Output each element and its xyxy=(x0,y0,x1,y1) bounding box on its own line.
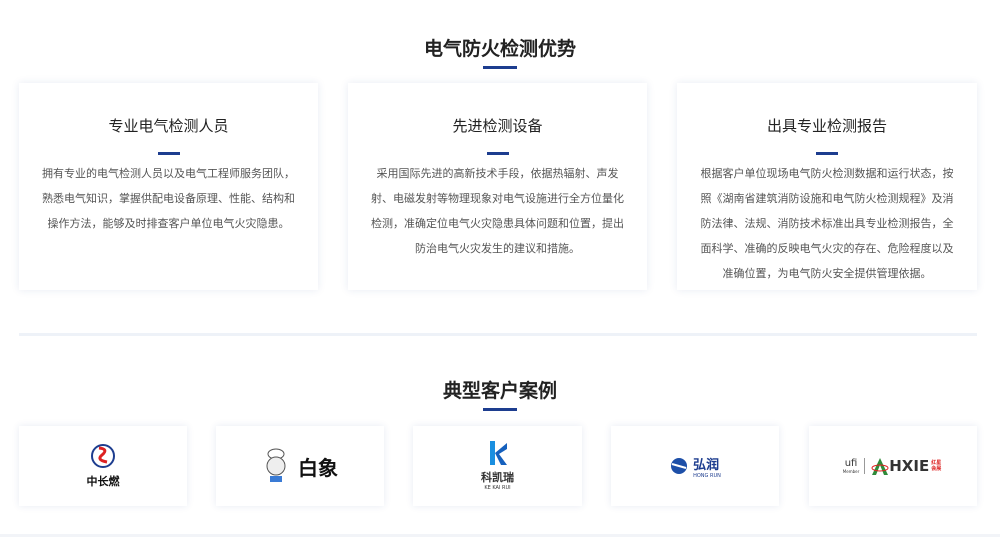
client-logo-hongrun[interactable]: 弘润 HONG RUN xyxy=(611,426,779,506)
section-title-advantages: 电气防火检测优势 xyxy=(423,38,576,60)
client-logo-kekairui[interactable]: 科凯瑞 KE KAI RUI xyxy=(413,426,582,506)
card-title: 先进检测设备 xyxy=(452,117,543,135)
logo-subtext: HONG RUN xyxy=(693,472,721,479)
logo-text: 中长燃 xyxy=(86,475,120,488)
ufi-member-text: Member xyxy=(842,469,860,474)
advantage-card: 先进检测设备 采用国际先进的高新技术手段，依据热辐射、声发射、电磁发射等物理现象… xyxy=(348,83,647,290)
card-text: 拥有专业的电气检测人员以及电气工程师服务团队，熟悉电气知识，掌握供配电设备原理、… xyxy=(42,167,295,230)
advantage-card: 出具专业检测报告 根据客户单位现场电气防火检测数据和运行状态，按照《湖南省建筑消… xyxy=(677,83,977,290)
logo-subtext: KE KAI RUI xyxy=(484,485,511,491)
logo-cn-text: 红星会展 xyxy=(931,460,942,472)
hongrun-globe-icon xyxy=(671,458,688,474)
client-logo-baixiang[interactable]: 白象 xyxy=(216,426,384,506)
card-underline xyxy=(486,152,509,155)
card-text: 采用国际先进的高新技术手段，依据热辐射、声发射、电磁发射等物理现象对电气设施进行… xyxy=(371,167,624,255)
card-underline xyxy=(157,152,180,155)
card-title: 专业电气检测人员 xyxy=(108,117,229,135)
logo-text: 弘润 xyxy=(693,457,720,473)
client-logo-hxie[interactable]: ufi Member HXIE 红星会展 xyxy=(809,426,977,506)
logo-text: 白象 xyxy=(298,455,338,480)
kekairui-k-icon xyxy=(489,441,507,465)
client-logo-zhongchangran[interactable]: 中长燃 xyxy=(19,426,187,506)
elephant-chef-icon xyxy=(266,448,286,482)
section-title-cases: 典型客户案例 xyxy=(442,380,557,402)
logo-text: HXIE xyxy=(889,457,930,475)
card-title: 出具专业检测报告 xyxy=(766,117,887,135)
ufi-text: ufi xyxy=(844,458,858,469)
title-underline xyxy=(483,66,517,69)
zhongchangran-emblem-icon xyxy=(91,444,115,468)
card-underline xyxy=(816,152,838,155)
advantage-card: 专业电气检测人员 拥有专业的电气检测人员以及电气工程师服务团队，熟悉电气知识，掌… xyxy=(19,83,318,290)
title-underline xyxy=(483,408,517,411)
logo-text: 科凯瑞 xyxy=(481,471,514,484)
card-text: 根据客户单位现场电气防火检测数据和运行状态，按照《湖南省建筑消防设施和电气防火检… xyxy=(700,167,954,280)
hxie-arch-icon xyxy=(871,458,889,475)
section-divider xyxy=(19,333,977,336)
